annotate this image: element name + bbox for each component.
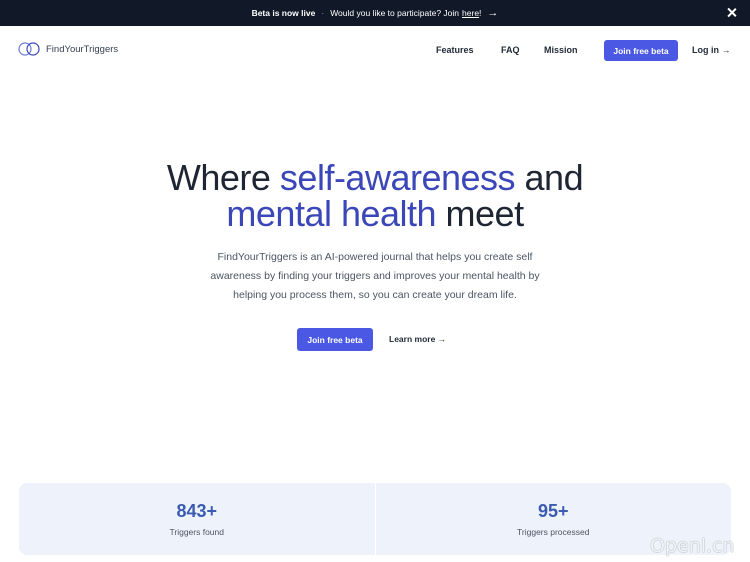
hero-join-free-beta-button[interactable]: Join free beta: [297, 328, 373, 351]
two-circles-logo-icon: [18, 42, 40, 56]
announcement-banner: Beta is now live · Would you like to par…: [0, 0, 750, 26]
banner-suffix: !: [479, 8, 482, 18]
stat-value: 95+: [537, 501, 569, 521]
banner-title: Beta is now live: [251, 8, 316, 18]
join-free-beta-button[interactable]: Join free beta: [604, 40, 678, 61]
hero-title-accent-self-awareness: self-awareness: [279, 157, 516, 198]
stat-label: Triggers processed: [517, 527, 590, 537]
watermark: Openl.cn: [650, 535, 735, 557]
top-navigation: FindYourTriggers Features FAQ Mission Jo…: [0, 26, 750, 74]
banner-separator: ·: [321, 8, 325, 18]
brand-name: FindYourTriggers: [46, 43, 119, 55]
arrow-right-icon[interactable]: →: [487, 7, 498, 19]
login-link[interactable]: Log in →: [692, 45, 731, 55]
close-icon[interactable]: [726, 7, 738, 19]
nav-link-faq[interactable]: FAQ: [501, 45, 520, 55]
hero-title-accent-mental-health: mental health: [226, 193, 437, 234]
banner-here-link[interactable]: here: [462, 8, 479, 18]
hero-title-part2: and: [515, 157, 584, 198]
stats-panel: 843+ Triggers found 95+ Triggers process…: [19, 483, 731, 555]
stat-card-triggers-found: 843+ Triggers found: [19, 483, 376, 555]
stat-label: Triggers found: [169, 527, 225, 537]
nav-link-features[interactable]: Features: [436, 45, 474, 55]
hero-title: Where self-awareness and mental health m…: [0, 160, 750, 232]
brand-logo[interactable]: FindYourTriggers: [18, 42, 118, 56]
stat-value: 843+: [176, 501, 218, 521]
banner-question: Would you like to participate? Join: [330, 8, 460, 18]
learn-more-link[interactable]: Learn more →: [389, 334, 446, 344]
hero-title-part3: meet: [436, 193, 525, 234]
hero-description: FindYourTriggers is an AI-powered journa…: [210, 251, 540, 301]
nav-link-mission[interactable]: Mission: [544, 45, 578, 55]
hero-title-part1: Where: [166, 157, 280, 198]
